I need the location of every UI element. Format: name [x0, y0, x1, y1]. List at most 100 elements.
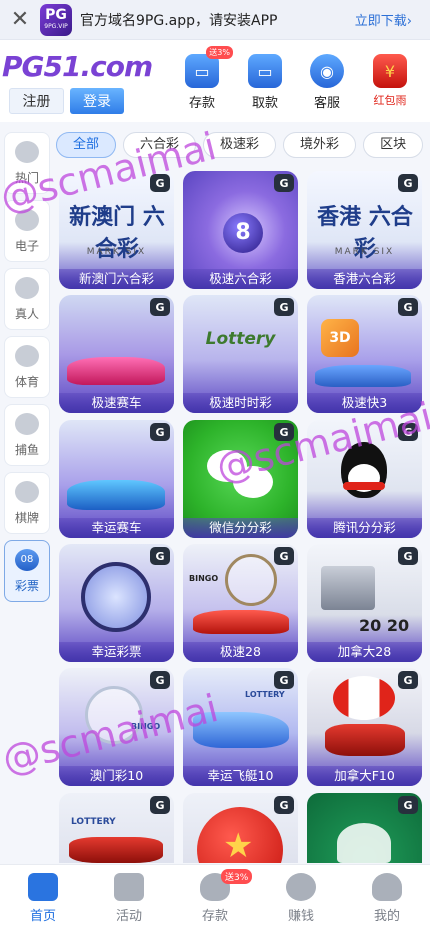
game-tile[interactable]: G 微信分分彩	[183, 420, 298, 538]
game-tile[interactable]: G 幸运赛车	[59, 420, 174, 538]
game-name: 幸运彩票	[59, 642, 174, 662]
nav-label: 存款	[201, 909, 228, 924]
bottom-nav: 首页 活动 送3% 存款 赚钱 我的	[0, 864, 430, 932]
game-tile[interactable]: G 腾讯分分彩	[307, 420, 422, 538]
qq-penguin-scarf	[343, 482, 385, 490]
race-car-icon	[193, 610, 289, 634]
sidebar-item-cards[interactable]: 棋牌	[4, 472, 50, 534]
sidebar-item-fishing[interactable]: 捕鱼	[4, 404, 50, 466]
game-tile[interactable]: G 极速赛车	[59, 295, 174, 413]
game-tile[interactable]: 3D G 极速快3	[307, 295, 422, 413]
game-name: 微信分分彩	[183, 518, 298, 538]
category-chips: 全部 六合彩 极速彩 境外彩 区块	[56, 132, 430, 162]
red-envelope-icon: ¥	[373, 54, 407, 88]
race-car-icon	[67, 357, 165, 385]
sidebar-item-electronic[interactable]: 电子	[4, 200, 50, 262]
nav-promotions[interactable]: 活动	[86, 865, 172, 932]
red-envelope-action[interactable]: ¥ 红包雨	[366, 54, 414, 108]
customer-service-action[interactable]: ◉ 客服	[303, 54, 351, 111]
gamepad-icon	[15, 208, 39, 231]
site-header: PG51.com 注册 登录 ▭ 送3% 存款 ▭ 取款 ◉ 客服 ¥ 红包雨	[0, 40, 430, 122]
g-badge-icon: G	[150, 796, 170, 814]
nav-label: 活动	[115, 909, 142, 924]
login-button[interactable]: 登录	[70, 88, 124, 114]
game-name: 幸运飞艇10	[183, 766, 298, 786]
nav-earn[interactable]: 赚钱	[258, 865, 344, 932]
register-button[interactable]: 注册	[9, 88, 64, 114]
chip-overseas[interactable]: 境外彩	[283, 132, 357, 158]
nav-home[interactable]: 首页	[0, 865, 86, 932]
app-logo-text: PG	[45, 7, 67, 23]
game-tile[interactable]: BINGO G 极速28	[183, 544, 298, 662]
chip-all[interactable]: 全部	[56, 132, 117, 158]
withdraw-card-icon: ▭	[248, 54, 282, 88]
game-tile[interactable]: LOTTERY G	[59, 793, 174, 863]
lottery-drum-icon	[85, 686, 143, 744]
g-badge-icon: G	[274, 796, 294, 814]
game-tile[interactable]: G 幸运彩票	[59, 544, 174, 662]
sidebar-item-label: 体育	[14, 374, 39, 389]
home-icon	[28, 873, 58, 901]
game-name: 新澳门六合彩	[59, 269, 174, 289]
deposit-action[interactable]: ▭ 送3% 存款	[178, 46, 233, 111]
deposit-bonus-badge: 送3%	[221, 869, 253, 884]
game-tile[interactable]: G	[307, 793, 422, 863]
nav-deposit[interactable]: 送3% 存款	[172, 865, 258, 932]
game-name: 极速赛车	[59, 393, 174, 413]
game-name: 幸运赛车	[59, 518, 174, 538]
game-tile[interactable]: G 加拿大F10	[307, 668, 422, 786]
g-badge-icon: G	[150, 174, 170, 192]
wechat-bubble-icon	[233, 466, 273, 498]
game-art-text: LOTTERY	[245, 690, 285, 699]
lottery-drum-icon	[81, 562, 151, 632]
customer-service-label: 客服	[313, 96, 340, 111]
race-car-icon	[315, 365, 411, 387]
game-name: 加拿大28	[307, 642, 422, 662]
g-badge-icon: G	[398, 423, 418, 441]
game-tile[interactable]: 20 20 G 加拿大28	[307, 544, 422, 662]
sidebar-item-label: 真人	[14, 306, 39, 321]
game-tile[interactable]: LOTTERY G 幸运飞艇10	[183, 668, 298, 786]
g-badge-icon: G	[150, 671, 170, 689]
app-logo: PG 9PG.VIP	[40, 3, 72, 36]
sidebar-item-live[interactable]: 真人	[4, 268, 50, 330]
truck-icon	[321, 566, 375, 610]
lottery-icon: 08	[15, 548, 39, 571]
sidebar-item-label: 捕鱼	[14, 442, 39, 457]
game-tile[interactable]: ★ G	[183, 793, 298, 863]
deposit-label: 存款	[188, 96, 215, 111]
sidebar-item-hot[interactable]: 热门	[4, 132, 50, 194]
chip-speed[interactable]: 极速彩	[203, 132, 277, 158]
game-tile[interactable]: 新澳门 六合彩 MARK SIX G 新澳门六合彩	[59, 171, 174, 289]
star-icon: ★	[223, 826, 254, 863]
game-tile[interactable]: BINGO G 澳门彩10	[59, 668, 174, 786]
game-art-text: BINGO	[189, 574, 219, 583]
withdraw-action[interactable]: ▭ 取款	[241, 54, 289, 111]
sidebar-item-lottery[interactable]: 08 彩票	[4, 540, 50, 602]
game-tile[interactable]: Lottery G 极速时时彩	[183, 295, 298, 413]
g-badge-icon: G	[398, 298, 418, 316]
customer-service-icon: ◉	[310, 54, 344, 88]
yuan-coin-icon	[286, 873, 316, 901]
chip-mark-six[interactable]: 六合彩	[123, 132, 197, 158]
brand-logo[interactable]: PG51.com	[2, 50, 153, 83]
download-now-link[interactable]: 立即下载›	[355, 10, 412, 29]
game-tile[interactable]: 8 G 极速六合彩	[183, 171, 298, 289]
sidebar-item-label: 热门	[14, 170, 39, 185]
eight-ball-icon: 8	[223, 213, 263, 253]
close-icon[interactable]: ✕	[0, 7, 40, 32]
f1-car-icon	[69, 837, 163, 863]
f1-car-icon	[325, 724, 405, 756]
deposit-card-icon: ▭ 送3%	[185, 46, 233, 88]
game-art-text: Lottery	[205, 329, 276, 349]
game-tile[interactable]: 香港 六合彩 MARK SIX G 香港六合彩	[307, 171, 422, 289]
macau-flag-lotus-icon	[337, 823, 391, 863]
g-badge-icon: G	[150, 423, 170, 441]
game-name: 极速时时彩	[183, 393, 298, 413]
nav-profile[interactable]: 我的	[344, 865, 430, 932]
nav-label: 首页	[29, 909, 56, 924]
sidebar-item-label: 棋牌	[14, 510, 39, 525]
sidebar-item-sports[interactable]: 体育	[4, 336, 50, 398]
g-badge-icon: G	[274, 423, 294, 441]
chip-blockchain[interactable]: 区块	[363, 132, 424, 158]
